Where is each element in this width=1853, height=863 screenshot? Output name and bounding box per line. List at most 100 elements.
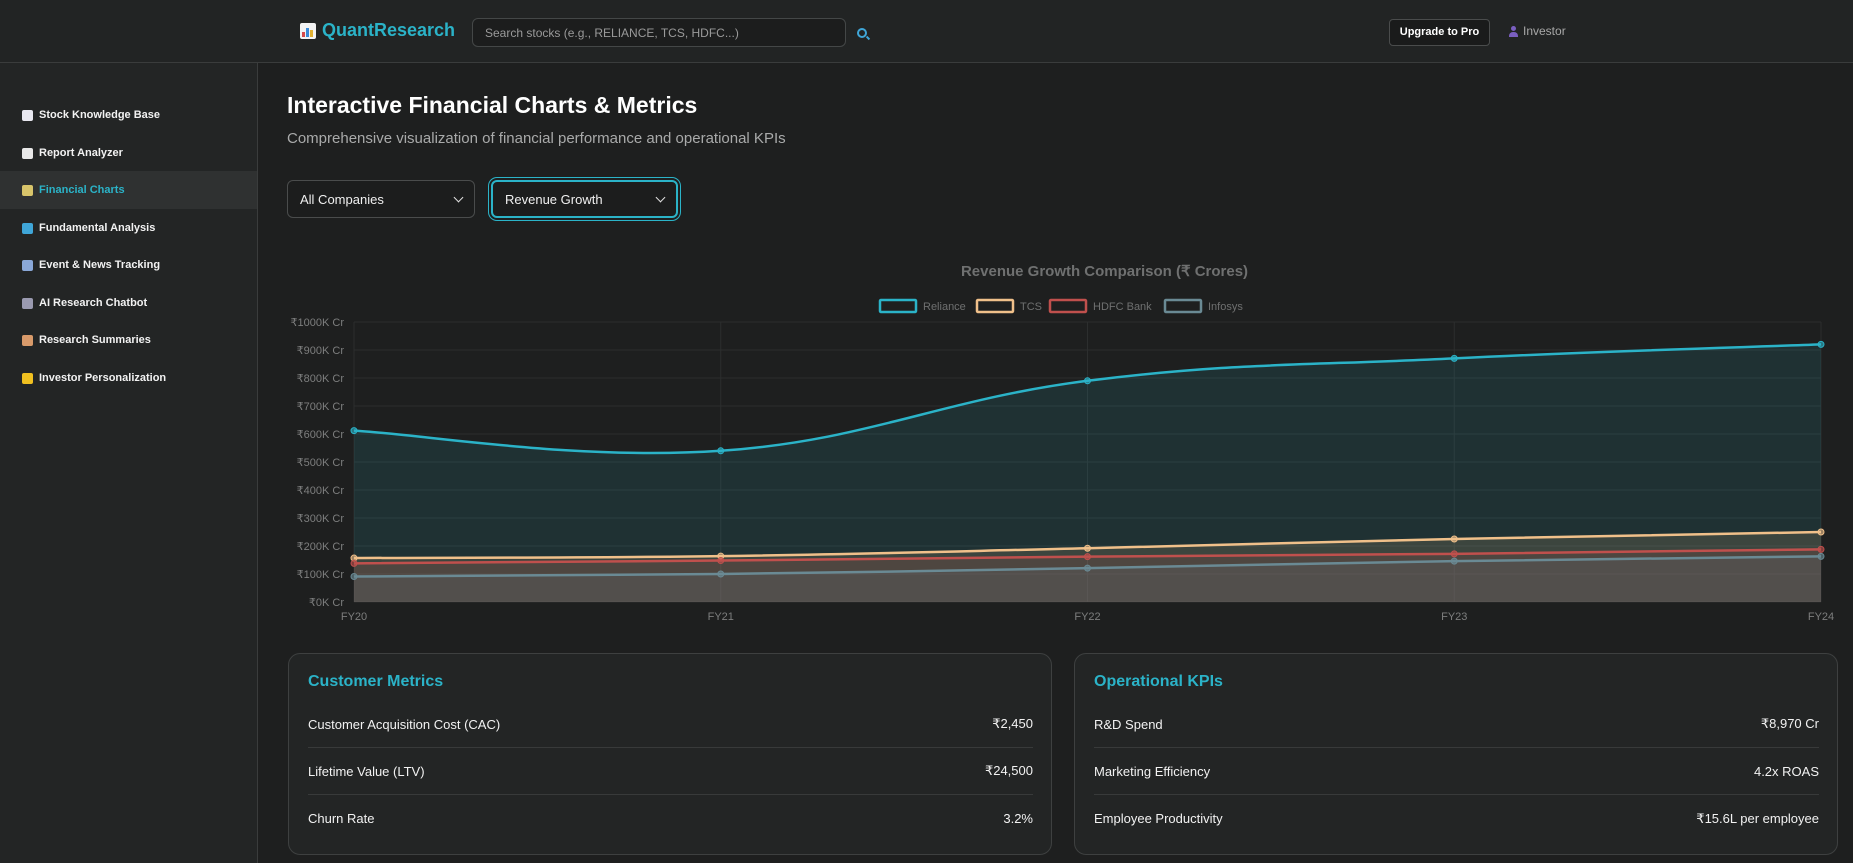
legend-swatch [878, 298, 918, 314]
data-point-reliance [1084, 377, 1091, 385]
upgrade-button[interactable]: Upgrade to Pro [1389, 19, 1490, 46]
sidebar-item-label: Research Summaries [39, 334, 151, 346]
metric-row-rnd: R&D Spend ₹8,970 Cr [1094, 701, 1819, 748]
data-point-hdfc-bank [350, 559, 358, 567]
metric-value: 4.2x ROAS [1753, 763, 1819, 779]
y-tick-label: ₹700K Cr [297, 401, 345, 413]
metric-label: R&D Spend [1094, 716, 1163, 732]
sidebar-item-stock-knowledge-base[interactable]: Stock Knowledge Base [0, 96, 257, 134]
revenue-growth-chart: ₹0K Cr ₹100K Cr ₹200K Cr ₹300K Cr ₹400K Cr ₹5… [291, 263, 1835, 623]
sidebar-item-label: AI Research Chatbot [39, 297, 148, 309]
page-title: Interactive Financial Charts & Metrics [287, 92, 698, 118]
operational-kpis-card: Operational KPIs R&D Spend ₹8,970 Cr Mar… [1074, 653, 1838, 855]
data-point-tcs [1817, 528, 1825, 536]
metric-row-churn: Churn Rate 3.2% [308, 795, 1033, 842]
document-icon [22, 147, 33, 159]
y-tick-label: ₹800K Cr [297, 373, 345, 385]
legend-label: TCS [1020, 301, 1042, 313]
data-point-reliance [350, 427, 358, 435]
data-point-reliance [717, 447, 725, 455]
sidebar: Stock Knowledge Base Report Analyzer Finan… [0, 63, 258, 863]
customer-metrics-card: Customer Metrics Customer Acquisition Co… [288, 653, 1052, 855]
metric-label: Employee Productivity [1094, 811, 1223, 826]
metric-value: ₹2,450 [992, 716, 1033, 731]
data-point-hdfc-bank [717, 557, 725, 565]
y-tick-label: ₹100K Cr [297, 569, 345, 581]
clipboard-icon [22, 334, 33, 346]
metric-label: Marketing Efficiency [1094, 763, 1211, 779]
data-point-tcs [1450, 535, 1458, 543]
operational-kpis-title: Operational KPIs [1094, 673, 1223, 690]
search-input[interactable] [472, 18, 846, 47]
metric-value: ₹15.6L per employee [1696, 810, 1819, 826]
y-tick-label: ₹400K Cr [297, 485, 345, 497]
data-point-infosys [1450, 557, 1458, 565]
y-tick-label: ₹200K Cr [297, 541, 345, 553]
data-point-tcs [1084, 544, 1091, 552]
metric-label: Churn Rate [308, 811, 375, 826]
legend-label: Reliance [923, 301, 966, 313]
metric-select-value: Revenue Growth [505, 191, 603, 207]
bar-chart-icon [22, 184, 33, 196]
x-tick-label: FY23 [1441, 611, 1467, 623]
sidebar-item-label: Report Analyzer [39, 147, 123, 159]
metric-label: Customer Acquisition Cost (CAC) [308, 716, 501, 732]
metric-row-marketing: Marketing Efficiency 4.2x ROAS [1094, 748, 1819, 795]
sidebar-item-investor-personalization[interactable]: Investor Personalization [0, 359, 257, 397]
x-tick-label: FY24 [1808, 611, 1834, 623]
sidebar-item-label: Stock Knowledge Base [39, 109, 161, 121]
x-tick-label: FY20 [341, 611, 367, 623]
metric-value: ₹8,970 Cr [1760, 716, 1819, 731]
user-label: Investor [1523, 24, 1566, 38]
sidebar-item-report-analyzer[interactable]: Report Analyzer [0, 134, 257, 172]
bar-chart-icon [300, 22, 316, 39]
data-point-infosys [350, 573, 358, 581]
legend-swatch [1048, 298, 1088, 314]
sidebar-item-label: Financial Charts [39, 184, 125, 196]
chart-title: Revenue Growth Comparison (₹ Crores) [961, 263, 1248, 280]
search-icon[interactable] [857, 28, 867, 38]
user-menu[interactable]: Investor [1509, 24, 1566, 38]
data-point-hdfc-bank [1450, 550, 1458, 558]
legend-label: Infosys [1208, 301, 1243, 313]
metric-value: 3.2% [1003, 811, 1033, 826]
sidebar-item-label: Investor Personalization [39, 372, 167, 384]
sidebar-item-event-news-tracking[interactable]: Event & News Tracking [0, 246, 257, 284]
brand-logo[interactable]: QuantResearch [300, 20, 455, 41]
sidebar-item-ai-research-chatbot[interactable]: AI Research Chatbot [0, 284, 257, 322]
legend-swatch [1163, 298, 1203, 314]
company-select-value: All Companies [300, 191, 384, 207]
calendar-icon [22, 259, 33, 271]
y-tick-label: ₹0K Cr [309, 597, 344, 609]
company-select[interactable]: All Companies [287, 180, 475, 218]
y-tick-label: ₹600K Cr [297, 429, 345, 441]
brand-name: QuantResearch [322, 20, 456, 40]
data-point-hdfc-bank [1084, 553, 1091, 561]
y-tick-label: ₹300K Cr [297, 513, 345, 525]
data-point-reliance [1817, 340, 1825, 348]
legend-swatch [975, 298, 1015, 314]
data-point-infosys [1817, 552, 1825, 560]
sidebar-item-label: Fundamental Analysis [39, 222, 156, 234]
chevron-down-icon [453, 192, 464, 202]
sidebar-item-label: Event & News Tracking [39, 259, 161, 271]
data-point-reliance [1450, 354, 1458, 362]
legend-label: HDFC Bank [1093, 301, 1152, 313]
y-tick-label: ₹500K Cr [297, 457, 345, 469]
top-navigation-bar: QuantResearch Upgrade to Pro Investor [0, 0, 1853, 63]
chevron-down-icon [655, 192, 666, 202]
chart-up-icon [22, 109, 33, 121]
metric-label: Lifetime Value (LTV) [308, 763, 425, 779]
data-point-infosys [1084, 564, 1091, 572]
sidebar-item-fundamental-analysis[interactable]: Fundamental Analysis [0, 209, 257, 247]
page-subtitle: Comprehensive visualization of financial… [287, 130, 786, 147]
customer-metrics-title: Customer Metrics [308, 673, 444, 690]
sidebar-item-financial-charts[interactable]: Financial Charts [0, 171, 257, 209]
metric-row-cac: Customer Acquisition Cost (CAC) ₹2,450 [308, 701, 1033, 748]
y-tick-label: ₹900K Cr [297, 345, 345, 357]
metric-select[interactable]: Revenue Growth [491, 180, 678, 218]
sidebar-item-research-summaries[interactable]: Research Summaries [0, 321, 257, 359]
star-icon [22, 372, 33, 384]
metric-row-ltv: Lifetime Value (LTV) ₹24,500 [308, 748, 1033, 795]
metric-row-productivity: Employee Productivity ₹15.6L per employe… [1094, 795, 1819, 842]
